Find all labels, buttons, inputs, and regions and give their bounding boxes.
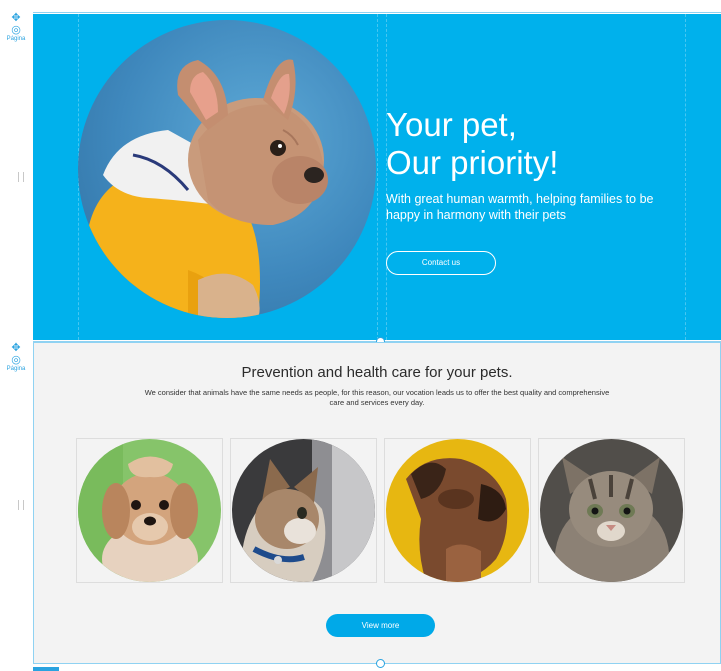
pet-card[interactable] xyxy=(76,438,223,583)
section-tools-prevention[interactable]: ✥ ◎ Página xyxy=(4,342,28,373)
hero-pet-image[interactable] xyxy=(78,20,376,318)
move-icon[interactable]: ✥ xyxy=(4,12,28,24)
french-bulldog-illustration xyxy=(78,59,328,318)
move-icon[interactable]: ✥ xyxy=(4,342,28,354)
hero-title-line1: Your pet, xyxy=(386,106,517,143)
hero-subtitle: With great human warmth, helping familie… xyxy=(386,192,654,222)
hero-title-line2: Our priority! xyxy=(386,144,559,181)
prevention-title: Prevention and health care for your pets… xyxy=(241,364,513,381)
tabby-kitten-image xyxy=(540,439,683,582)
boxer-dog-image xyxy=(386,439,529,582)
small-dog-image xyxy=(78,439,221,582)
palette-icon[interactable]: ◎ xyxy=(4,354,28,366)
resize-handle-icon[interactable] xyxy=(18,500,24,510)
prevention-section: Prevention and health care for your pets… xyxy=(33,342,721,664)
hero-section: Your pet, Our priority! With great human… xyxy=(33,14,721,340)
palette-icon[interactable]: ◎ xyxy=(4,24,28,36)
hero-title: Your pet, Our priority! xyxy=(386,106,716,182)
view-more-button[interactable]: View more xyxy=(326,614,435,637)
contact-us-button[interactable]: Contact us xyxy=(386,251,496,275)
prevention-description: We consider that animals have the same n… xyxy=(144,388,610,407)
cat-with-collar-image xyxy=(232,439,375,582)
pet-card[interactable] xyxy=(538,438,685,583)
section-resize-handle[interactable] xyxy=(376,659,385,668)
page-tool-label: Página xyxy=(6,36,26,42)
section-tools-hero[interactable]: ✥ ◎ Página xyxy=(4,12,28,43)
selection-top-border xyxy=(33,12,721,13)
resize-handle-icon[interactable] xyxy=(18,172,24,182)
page-tool-label: Página xyxy=(6,366,26,372)
editor-gutter: ✥ ◎ Página ✥ ◎ Página xyxy=(0,0,31,671)
pet-card[interactable] xyxy=(384,438,531,583)
layout-guide xyxy=(377,14,378,340)
bottom-toolbar-tab[interactable] xyxy=(33,667,59,671)
pet-card[interactable] xyxy=(230,438,377,583)
